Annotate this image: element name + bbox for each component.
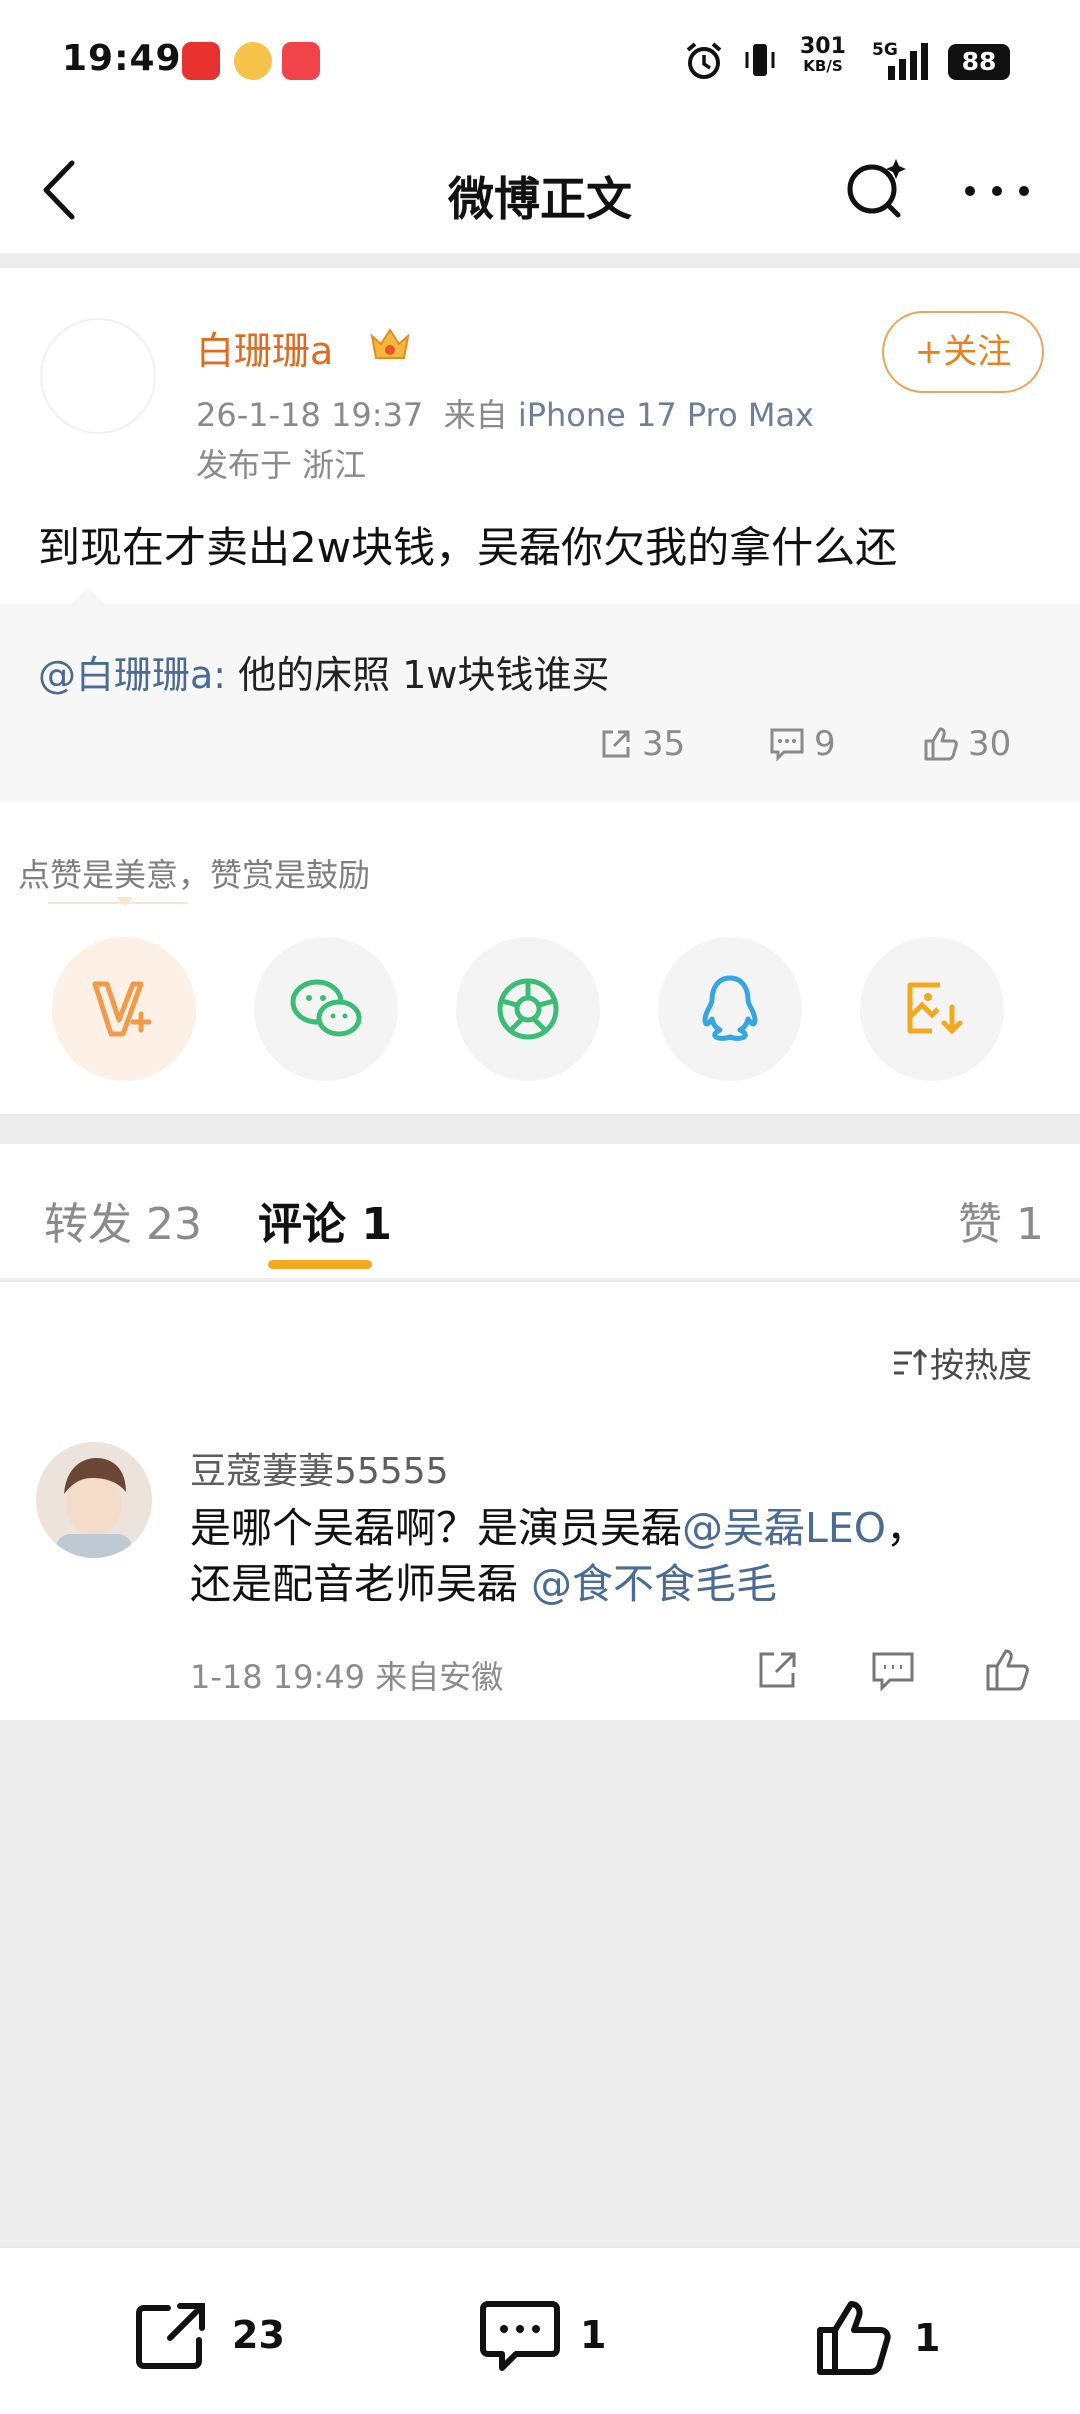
comment-mention-1[interactable]: @吴磊LEO bbox=[682, 1504, 886, 1552]
post-timestamp: 26-1-18 19:37 bbox=[196, 396, 424, 434]
bottom-action-bar: 23 1 1 bbox=[0, 2246, 1080, 2414]
post-source-prefix: 来自 bbox=[443, 396, 508, 434]
comment-button[interactable]: 1 bbox=[480, 2298, 606, 2372]
wechat-icon bbox=[290, 979, 362, 1037]
quote-comment-count[interactable]: 9 bbox=[768, 724, 836, 764]
share-panel: 点赞是美意，赞赏是鼓励 bbox=[0, 802, 1080, 1114]
battery-indicator: 88 bbox=[948, 44, 1010, 80]
tab-indicator bbox=[268, 1260, 372, 1269]
weibo-app-icon bbox=[234, 42, 272, 80]
like-icon bbox=[817, 2301, 891, 2375]
quoted-text: @白珊珊a: 他的床照 1w块钱谁买 bbox=[38, 644, 610, 699]
sort-icon bbox=[894, 1348, 928, 1375]
like-count: 1 bbox=[914, 2316, 941, 2360]
status-bar: 19:49 301 KB/S 5G 88 bbox=[0, 0, 1080, 125]
comment-meta: 1-18 19:49 来自安徽 bbox=[190, 1658, 504, 1696]
comment-count: 1 bbox=[580, 2313, 607, 2357]
music-app-icon bbox=[282, 42, 320, 80]
post-location: 发布于 浙江 bbox=[196, 446, 367, 484]
reward-v-icon bbox=[92, 981, 152, 1037]
like-icon bbox=[924, 727, 958, 761]
repost-icon bbox=[136, 2303, 205, 2369]
vibrate-icon bbox=[745, 44, 775, 76]
share-qq-button[interactable] bbox=[658, 937, 802, 1081]
qq-icon bbox=[702, 975, 758, 1041]
reward-text: 点赞是美意，赞赏是鼓励 bbox=[18, 856, 371, 894]
tab-comments[interactable]: 评论 1 bbox=[258, 1188, 392, 1252]
net-speed: 301 KB/S bbox=[800, 34, 846, 75]
follow-button[interactable]: +关注 bbox=[882, 311, 1044, 393]
moments-icon bbox=[497, 978, 559, 1040]
page-title: 微博正文 bbox=[448, 172, 632, 226]
taobao-app-icon bbox=[182, 42, 220, 80]
quote-like-count[interactable]: 30 bbox=[922, 724, 1011, 764]
like-button[interactable]: 1 bbox=[814, 2298, 940, 2378]
engagement-tabs: 转发 23 评论 1 赞 1 bbox=[0, 1144, 1080, 1280]
signal-icon bbox=[888, 43, 928, 80]
post-card: 白珊珊a 26-1-18 19:37 来自 iPhone 17 Pro Max … bbox=[0, 268, 1080, 604]
repost-button[interactable]: 23 bbox=[134, 2298, 285, 2372]
reward-pointer bbox=[116, 897, 134, 906]
more-icon[interactable] bbox=[962, 179, 1032, 203]
status-time: 19:49 bbox=[62, 38, 182, 79]
repost-icon bbox=[602, 730, 630, 758]
save-image-button[interactable] bbox=[860, 937, 1004, 1081]
author-name[interactable]: 白珊珊a bbox=[196, 320, 333, 375]
quote-repost-count[interactable]: 35 bbox=[598, 724, 685, 764]
commenter-name[interactable]: 豆蔻萋萋55555 bbox=[190, 1442, 449, 1494]
tab-reposts[interactable]: 转发 23 bbox=[44, 1188, 202, 1252]
post-body: 到现在才卖出2w块钱，吴磊你欠我的拿什么还 bbox=[38, 523, 898, 572]
comment-share-icon[interactable] bbox=[756, 1648, 800, 1692]
comment-list: 按热度 豆蔻萋萋55555 是哪个吴磊啊？是演员吴磊@吴磊LEO， 还是配音老师吴… bbox=[0, 1282, 1080, 1720]
comment-icon bbox=[480, 2301, 560, 2371]
sort-label: 按热度 bbox=[930, 1346, 1032, 1386]
reward-button[interactable] bbox=[52, 937, 196, 1081]
commenter-avatar[interactable] bbox=[36, 1442, 152, 1558]
alarm-icon bbox=[686, 42, 722, 79]
comment-mention-2[interactable]: @食不食毛毛 bbox=[531, 1560, 777, 1608]
post-source-device[interactable]: iPhone 17 Pro Max bbox=[518, 396, 814, 434]
share-moments-button[interactable] bbox=[456, 937, 600, 1081]
comment-reply-icon[interactable] bbox=[870, 1648, 916, 1692]
member-crown-icon bbox=[370, 328, 410, 359]
quoted-post[interactable]: @白珊珊a: 他的床照 1w块钱谁买 35 9 30 bbox=[0, 587, 1080, 802]
search-icon[interactable] bbox=[842, 155, 912, 225]
author-avatar[interactable] bbox=[40, 318, 156, 434]
share-wechat-button[interactable] bbox=[254, 937, 398, 1081]
repost-count: 23 bbox=[232, 2313, 285, 2357]
sort-toggle[interactable]: 按热度 bbox=[890, 1338, 1032, 1387]
nav-bar: 微博正文 bbox=[0, 125, 1080, 253]
comment-text: 是哪个吴磊啊？是演员吴磊@吴磊LEO， 还是配音老师吴磊 @食不食毛毛 bbox=[190, 1504, 928, 1608]
comment-like-icon[interactable] bbox=[984, 1648, 1032, 1692]
weibo-post-page: 19:49 301 KB/S 5G 88 微博正文 白珊珊a 26-1-18 19… bbox=[0, 0, 1080, 2414]
comment-icon bbox=[770, 728, 804, 762]
post-meta: 26-1-18 19:37 来自 iPhone 17 Pro Max bbox=[196, 390, 814, 436]
tab-likes[interactable]: 赞 1 bbox=[958, 1188, 1044, 1252]
save-image-icon bbox=[907, 982, 963, 1035]
quoted-content: 他的床照 1w块钱谁买 bbox=[226, 653, 610, 697]
quoted-mention[interactable]: @白珊珊a: bbox=[38, 653, 226, 697]
